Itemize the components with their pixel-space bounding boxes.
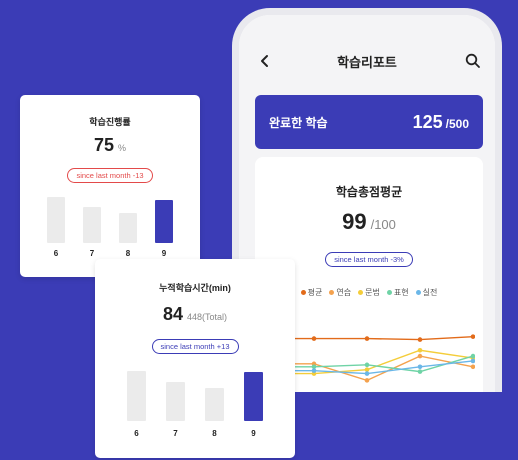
search-icon — [465, 53, 480, 68]
series-point-0-2 — [364, 336, 370, 341]
bar-9 — [244, 372, 263, 421]
cumulative-bar-chart — [95, 371, 295, 421]
average-title: 학습총점평균 — [335, 185, 403, 199]
bar-6 — [127, 371, 146, 421]
series-point-4-1 — [311, 368, 317, 373]
progress-bar-chart — [20, 197, 200, 243]
legend-dot-icon — [386, 290, 392, 295]
legend-item-3: 표현 — [386, 287, 409, 298]
back-button[interactable] — [253, 49, 277, 73]
completed-count: 125/500 — [413, 112, 469, 133]
legend-dot-icon — [329, 290, 335, 295]
bar-8 — [119, 213, 137, 243]
series-point-4-2 — [364, 371, 370, 376]
page-title: 학습리포트 — [337, 54, 397, 70]
completed-total: /500 — [445, 116, 469, 131]
series-point-2-3 — [417, 347, 423, 353]
legend-dot-icon — [300, 290, 306, 295]
progress-value: 75% — [20, 135, 200, 156]
cumulative-change-badge: since last month +13 — [151, 339, 239, 354]
average-score: 99/100 — [255, 209, 483, 235]
legend-label: 표현 — [393, 288, 409, 297]
cumulative-time-card: 누적학습시간(min) 84 448(Total) since last mont… — [95, 259, 295, 458]
legend-dot-icon — [415, 290, 421, 295]
bar-9 — [155, 199, 173, 243]
bar-6 — [47, 197, 65, 243]
bar-label-6: 6 — [134, 429, 139, 438]
bar-7 — [166, 381, 185, 421]
completed-lessons-card: 완료한 학습 125/500 — [255, 95, 483, 149]
series-point-1-4 — [470, 364, 475, 370]
series-point-4-3 — [417, 364, 423, 370]
bar-label-9: 9 — [161, 249, 167, 258]
cumulative-bar-labels: 6 7 8 9 — [95, 429, 295, 441]
completed-label: 완료한 학습 — [269, 115, 328, 130]
legend-label: 연습 — [336, 288, 352, 297]
cumulative-value-total: 448(Total) — [187, 312, 228, 322]
series-point-1-2 — [364, 378, 370, 383]
bar-label-8: 8 — [212, 429, 217, 438]
average-score-max: /100 — [370, 217, 396, 232]
series-point-0-4 — [470, 334, 475, 339]
progress-value-unit: % — [118, 143, 127, 153]
completed-value: 125 — [412, 111, 443, 132]
legend-label: 실전 — [422, 288, 438, 297]
cumulative-badge-wrap: since last month +13 — [95, 336, 295, 354]
bar-7 — [83, 206, 101, 243]
bar-label-7: 7 — [173, 429, 178, 438]
legend-label: 평균 — [307, 288, 323, 297]
progress-rate-card: 학습진행률 75% since last month -13 6 7 8 9 — [20, 95, 200, 277]
progress-value-number: 75 — [93, 135, 114, 155]
chevron-left-icon — [261, 55, 268, 67]
progress-badge-wrap: since last month -13 — [20, 165, 200, 183]
bar-8 — [205, 388, 224, 421]
average-score-value: 99 — [342, 209, 367, 234]
bar-label-6: 6 — [53, 249, 59, 258]
bar-label-8: 8 — [125, 249, 131, 258]
app-header: 학습리포트 — [239, 43, 495, 79]
series-point-3-3 — [417, 369, 423, 374]
legend-item-1: 연습 — [329, 287, 351, 298]
average-change-badge: since last month -3% — [325, 252, 413, 267]
bar-label-7: 7 — [89, 249, 95, 258]
series-point-0-1 — [311, 336, 317, 341]
series-point-0-3 — [417, 337, 423, 342]
series-point-3-2 — [364, 362, 370, 368]
progress-change-badge: since last month -13 — [67, 168, 153, 183]
cumulative-value-number: 84 — [162, 304, 183, 324]
legend-item-0: 평균 — [300, 287, 323, 298]
bar-label-9: 9 — [251, 429, 256, 438]
cumulative-title: 누적학습시간(min) — [159, 283, 231, 293]
legend-label: 문법 — [365, 288, 380, 297]
progress-title: 학습진행률 — [89, 117, 131, 127]
search-button[interactable] — [461, 49, 485, 73]
legend-item-2: 문법 — [358, 287, 380, 298]
legend-dot-icon — [358, 290, 364, 295]
series-point-1-3 — [417, 353, 423, 359]
legend-item-4: 실전 — [415, 287, 438, 298]
cumulative-value: 84 448(Total) — [95, 304, 295, 325]
